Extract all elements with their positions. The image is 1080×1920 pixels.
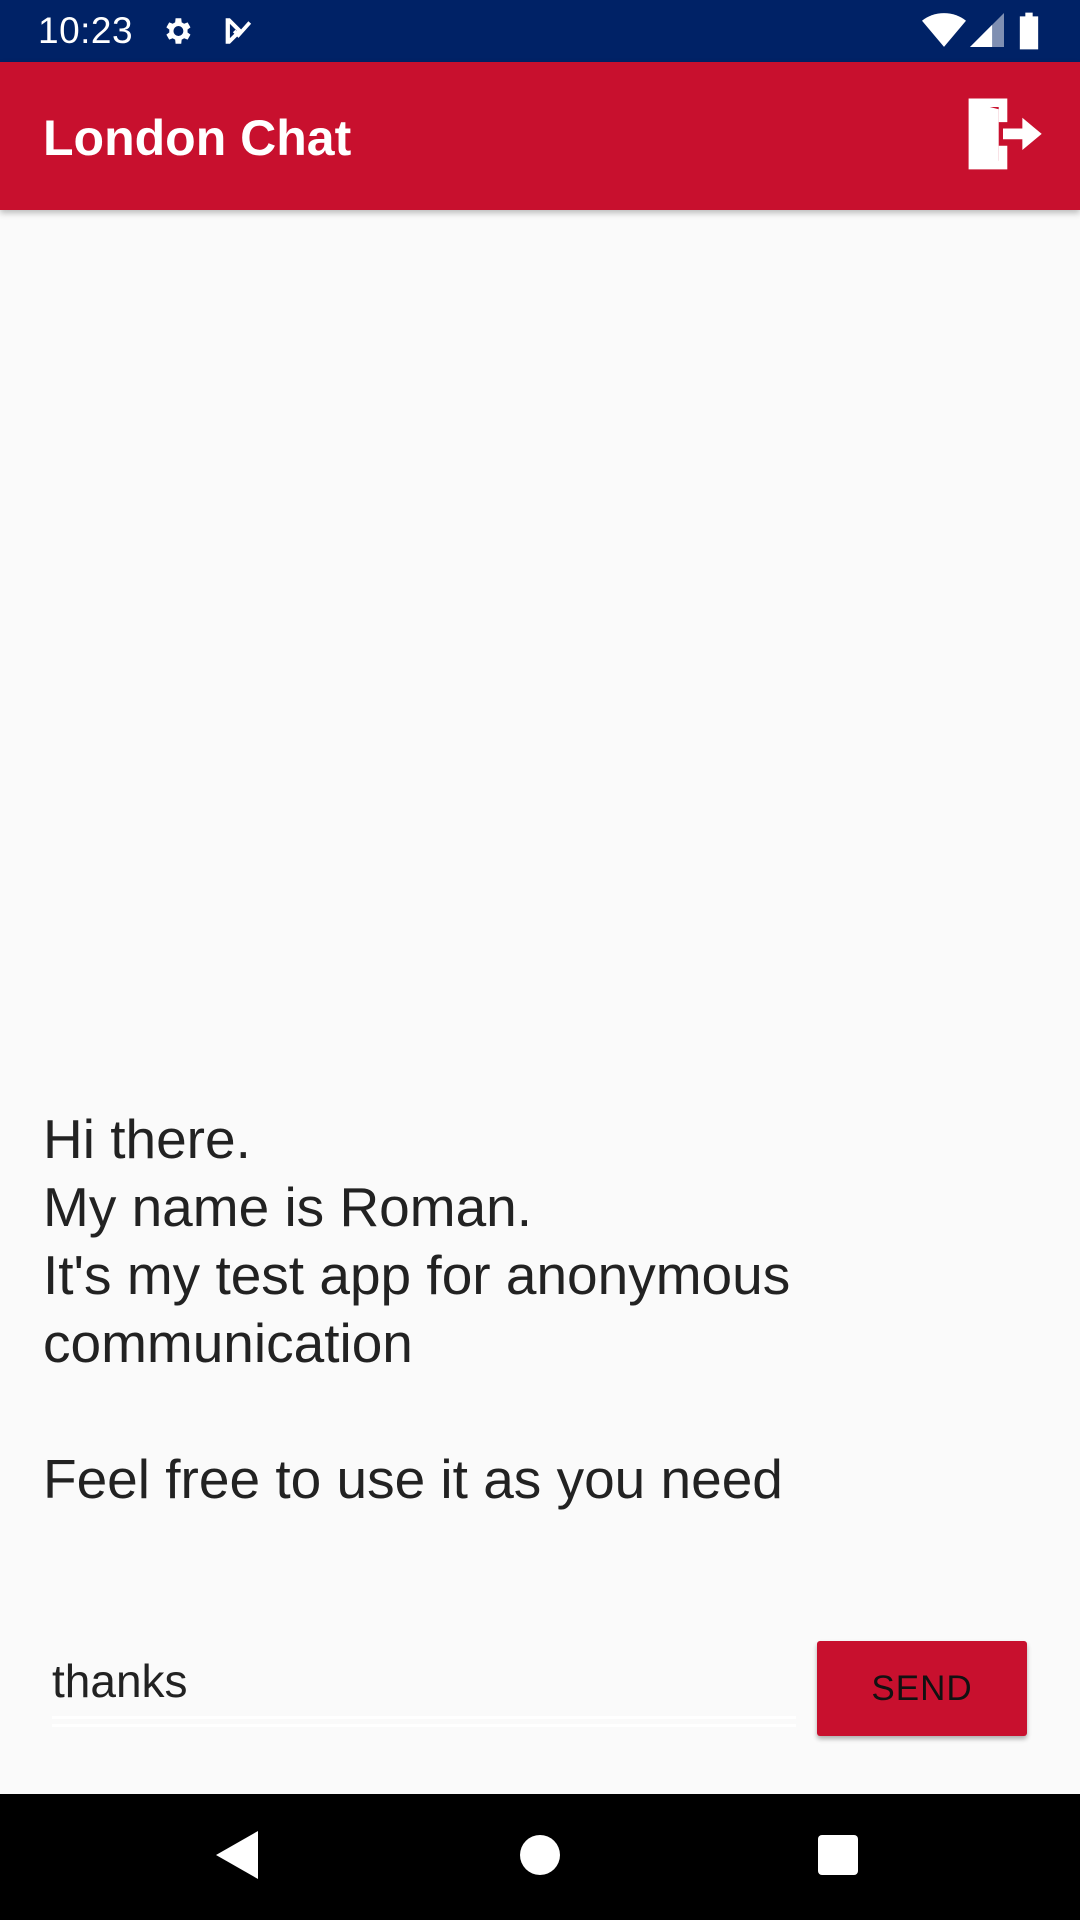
back-icon [216,1830,260,1884]
exit-door-icon [960,92,1046,183]
logout-button[interactable] [950,84,1056,190]
input-underline [52,1724,796,1727]
message-composer: SEND [0,1620,1080,1740]
task-check-icon [220,14,254,53]
message-input[interactable] [52,1646,796,1719]
back-button[interactable] [168,1794,308,1920]
status-bar: 10:23 [0,0,1080,62]
navigation-bar [0,1794,1080,1920]
app-title: London Chat [43,110,352,166]
app-bar: London Chat [0,62,1080,210]
home-icon [520,1834,560,1880]
send-button[interactable]: SEND [817,1641,1027,1736]
chat-message: Hi there. My name is Roman. It's my test… [43,1108,791,1510]
recents-icon [818,1834,858,1880]
wifi-icon [922,13,966,52]
battery-icon [1018,12,1040,55]
status-time: 10:23 [38,10,134,51]
home-button[interactable] [470,1794,610,1920]
signal-icon [970,13,1004,52]
recents-button[interactable] [768,1794,908,1920]
settings-icon [160,14,194,53]
